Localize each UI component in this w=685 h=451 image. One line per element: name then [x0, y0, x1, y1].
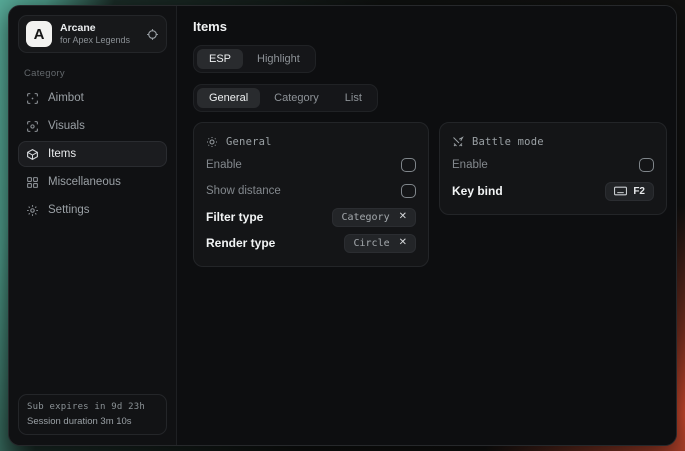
tab-list[interactable]: List: [333, 88, 374, 108]
key-bind-button[interactable]: F2: [605, 182, 654, 201]
page-title: Items: [193, 19, 667, 34]
setting-row-enable: Enable: [452, 152, 654, 178]
sidebar-item-label: Settings: [48, 204, 90, 216]
clear-icon[interactable]: ✕: [399, 212, 407, 222]
keyboard-icon: [614, 186, 627, 196]
sidebar-item-visuals[interactable]: Visuals: [18, 113, 167, 139]
setting-row-show-distance: Show distance: [206, 178, 416, 204]
clear-icon[interactable]: ✕: [399, 238, 407, 248]
sun-icon: [206, 136, 218, 148]
app-window: A Arcane for Apex Legends Category: [8, 5, 677, 446]
sidebar-item-items[interactable]: Items: [18, 141, 167, 167]
panel-title: General: [226, 136, 272, 148]
setting-label: Enable: [206, 159, 242, 171]
crosshair-icon: [26, 92, 39, 105]
brand-card: A Arcane for Apex Legends: [18, 15, 167, 53]
setting-label: Enable: [452, 159, 488, 171]
tab-general[interactable]: General: [197, 88, 260, 108]
sub-expiry-text: Sub expires in 9d 23h: [27, 402, 158, 412]
tab-category[interactable]: Category: [262, 88, 331, 108]
setting-label: Filter type: [206, 210, 263, 224]
sidebar-section-label: Category: [24, 68, 167, 79]
setting-row-key-bind: Key bind F2: [452, 178, 654, 204]
general-panel: General Enable Show distance Filter type…: [193, 122, 429, 267]
filter-type-select[interactable]: Category ✕: [332, 208, 416, 227]
sidebar-item-settings[interactable]: Settings: [18, 197, 167, 223]
brand-text: Arcane for Apex Legends: [60, 22, 138, 45]
brand-name: Arcane: [60, 22, 138, 34]
sidebar-nav: Aimbot Visuals Items: [18, 85, 167, 223]
selected-value: Category: [341, 212, 389, 223]
selected-value: Circle: [353, 238, 389, 249]
sidebar-item-label: Miscellaneous: [48, 176, 121, 188]
subscription-info-card: Sub expires in 9d 23h Session duration 3…: [18, 394, 167, 435]
setting-label: Key bind: [452, 184, 503, 198]
setting-row-render-type: Render type Circle ✕: [206, 230, 416, 256]
scan-eye-icon: [26, 120, 39, 133]
enable-checkbox[interactable]: [401, 158, 416, 172]
setting-row-filter-type: Filter type Category ✕: [206, 204, 416, 230]
panel-title: Battle mode: [472, 136, 544, 148]
sidebar-item-miscellaneous[interactable]: Miscellaneous: [18, 169, 167, 195]
show-distance-checkbox[interactable]: [401, 184, 416, 198]
brand-logo: A: [26, 21, 52, 47]
sub-tabs: General Category List: [193, 84, 378, 112]
setting-label: Render type: [206, 236, 275, 250]
session-duration-text: Session duration 3m 10s: [27, 416, 158, 427]
grid-icon: [26, 176, 39, 189]
render-type-select[interactable]: Circle ✕: [344, 234, 416, 253]
tab-highlight[interactable]: Highlight: [245, 49, 312, 69]
sidebar: A Arcane for Apex Legends Category: [9, 6, 177, 445]
key-bind-value: F2: [633, 186, 645, 197]
package-icon: [26, 148, 39, 161]
sidebar-item-label: Visuals: [48, 120, 85, 132]
setting-row-enable: Enable: [206, 152, 416, 178]
brand-subtitle: for Apex Legends: [60, 35, 138, 45]
gear-icon: [26, 204, 39, 217]
battle-mode-panel: Battle mode Enable Key bind: [439, 122, 667, 215]
swords-icon: [452, 136, 464, 148]
crosshair-icon[interactable]: [146, 28, 159, 41]
sidebar-item-label: Aimbot: [48, 92, 84, 104]
setting-label: Show distance: [206, 185, 281, 197]
sidebar-item-label: Items: [48, 148, 76, 160]
tab-esp[interactable]: ESP: [197, 49, 243, 69]
sidebar-item-aimbot[interactable]: Aimbot: [18, 85, 167, 111]
battle-enable-checkbox[interactable]: [639, 158, 654, 172]
mode-tabs: ESP Highlight: [193, 45, 316, 73]
main-content: Items ESP Highlight General Category Lis…: [177, 6, 677, 445]
